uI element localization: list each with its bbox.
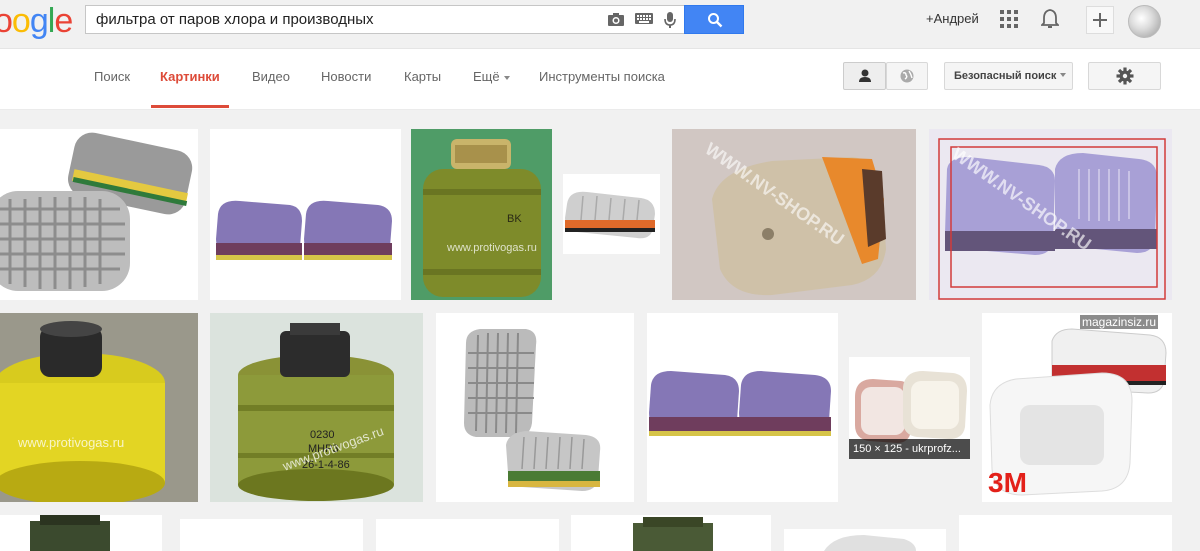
image-caption: 150 × 125 - ukrprofz... xyxy=(849,439,970,459)
image-result-4[interactable] xyxy=(563,174,660,254)
avatar[interactable] xyxy=(1128,5,1161,38)
watermark-text: www.protivogas.ru xyxy=(447,242,537,254)
label-bk: BK xyxy=(507,213,522,225)
image-result-11[interactable]: 150 × 125 - ukrprofz... xyxy=(849,357,970,459)
image-result-3[interactable]: BK www.protivogas.ru xyxy=(411,129,552,300)
microphone-icon[interactable] xyxy=(661,11,679,29)
safe-search-dropdown[interactable]: Безопасный поиск xyxy=(944,62,1073,90)
search-tabs: Поиск Картинки Видео Новости Карты Ещё И… xyxy=(0,49,1200,110)
image-result-10[interactable] xyxy=(647,313,838,502)
image-result-2[interactable] xyxy=(210,129,401,300)
image-result-17[interactable] xyxy=(784,529,946,551)
settings-button[interactable] xyxy=(1088,62,1161,90)
keyboard-icon[interactable] xyxy=(634,11,653,29)
tab-news[interactable]: Новости xyxy=(321,69,371,84)
image-result-5[interactable]: WWW.NV-SHOP.RU xyxy=(672,129,916,300)
tab-video[interactable]: Видео xyxy=(252,69,290,84)
search-input[interactable] xyxy=(94,10,598,29)
image-result-16[interactable] xyxy=(571,515,771,551)
tab-images[interactable]: Картинки xyxy=(160,69,220,84)
image-results-grid: BK www.protivogas.ru WWW.NV-SHOP.RU WWW.… xyxy=(0,110,1200,551)
image-result-8[interactable]: 0230 МНР3 26-1-4-86 www.protivogas.ru xyxy=(210,313,423,502)
top-bar: oogle +Андрей xyxy=(0,0,1200,49)
tab-more-label: Ещё xyxy=(473,69,500,84)
apps-grid-icon[interactable] xyxy=(1000,10,1022,32)
image-result-15[interactable] xyxy=(376,519,559,551)
brand-3m-logo: 3M xyxy=(988,467,1027,498)
search-button[interactable] xyxy=(684,5,744,34)
image-result-14[interactable] xyxy=(180,519,363,551)
search-icon xyxy=(708,13,723,28)
image-result-9[interactable] xyxy=(436,313,634,502)
watermark-text: magazinsiz.ru xyxy=(1080,315,1159,329)
tab-search-tools[interactable]: Инструменты поиска xyxy=(539,69,665,84)
image-result-6[interactable]: WWW.NV-SHOP.RU xyxy=(929,129,1172,300)
camera-icon[interactable] xyxy=(607,11,625,29)
watermark-text: www.protivogas.ru xyxy=(18,435,125,450)
tab-more[interactable]: Ещё xyxy=(473,69,510,84)
image-result-13[interactable] xyxy=(0,515,162,551)
chevron-down-icon xyxy=(503,75,510,80)
person-icon xyxy=(859,69,871,82)
label-can-1: 0230 xyxy=(310,429,335,441)
bell-icon[interactable] xyxy=(1039,8,1063,30)
global-results-button[interactable] xyxy=(886,62,928,90)
image-result-1[interactable] xyxy=(0,129,198,300)
personal-results-button[interactable] xyxy=(843,62,886,90)
google-logo[interactable]: oogle xyxy=(0,2,73,41)
user-link[interactable]: +Андрей xyxy=(926,11,979,26)
search-box xyxy=(85,5,684,34)
image-result-12[interactable]: magazinsiz.ru 3M xyxy=(982,313,1172,502)
chevron-down-icon xyxy=(1060,72,1067,77)
image-result-7[interactable]: www.protivogas.ru xyxy=(0,313,198,502)
image-result-18[interactable] xyxy=(959,515,1172,551)
tab-maps[interactable]: Карты xyxy=(404,69,441,84)
safe-search-label: Безопасный поиск xyxy=(954,70,1057,82)
globe-icon xyxy=(900,69,914,83)
gear-icon xyxy=(1116,67,1134,85)
active-tab-indicator xyxy=(151,105,229,108)
tab-search[interactable]: Поиск xyxy=(94,69,130,84)
share-plus-icon[interactable] xyxy=(1086,6,1114,34)
